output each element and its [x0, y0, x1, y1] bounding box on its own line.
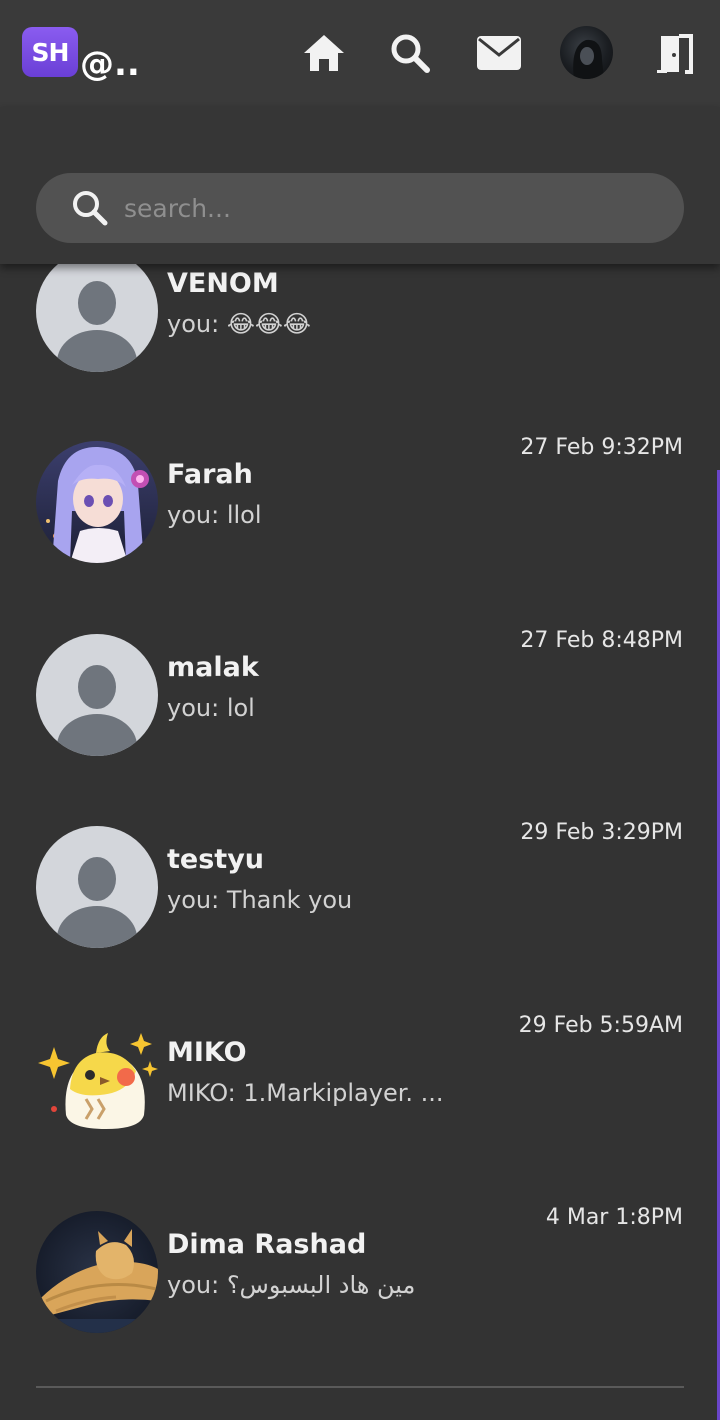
message-timestamp: 29 Feb 3:29PM [520, 820, 683, 845]
conversation-item-dima-rashad[interactable]: Dima Rashad you: مين هاد البسبوس؟ 4 Mar … [0, 1205, 720, 1381]
default-avatar [36, 634, 158, 756]
logo-suffix: @.. [80, 44, 140, 84]
conversation-item-farah[interactable]: Farah you: llol 27 Feb 9:32PM [0, 435, 720, 611]
search-bar[interactable] [36, 173, 684, 243]
last-message-preview: you: Thank you [167, 886, 353, 914]
last-message-preview: you: 😂😂😂 [167, 310, 311, 338]
search-icon [73, 191, 108, 226]
conversation-item-venom[interactable]: VENOM you: 😂😂😂 28 Feb 1:5PM [0, 244, 720, 420]
logout-door-icon[interactable] [650, 28, 700, 78]
contact-name: MIKO [167, 1037, 247, 1068]
last-message-preview: you: lol [167, 694, 255, 722]
last-message-preview: you: مين هاد البسبوس؟ [167, 1271, 416, 1299]
default-avatar [36, 250, 158, 372]
top-nav-bar: SH @.. [0, 0, 720, 107]
contact-name: Dima Rashad [167, 1229, 367, 1260]
contact-name: Farah [167, 459, 253, 490]
message-timestamp: 27 Feb 8:48PM [520, 628, 683, 653]
search-panel [0, 107, 720, 264]
mail-icon[interactable] [474, 28, 524, 78]
contact-name: malak [167, 652, 259, 683]
bird-sticker-avatar [36, 1019, 158, 1141]
conversation-item-malak[interactable]: malak you: lol 27 Feb 8:48PM [0, 628, 720, 804]
contact-name: VENOM [167, 268, 279, 299]
conversation-item-testyu[interactable]: testyu you: Thank you 29 Feb 3:29PM [0, 820, 720, 996]
contact-name: testyu [167, 844, 265, 875]
search-icon[interactable] [385, 28, 435, 78]
list-divider [36, 1386, 684, 1388]
search-input[interactable] [122, 192, 646, 224]
app-logo[interactable]: SH @.. [22, 27, 140, 81]
last-message-preview: MIKO: 1.Markiplayer. ... [167, 1079, 444, 1107]
message-timestamp: 29 Feb 5:59AM [518, 1013, 683, 1038]
anime-girl-avatar [36, 441, 158, 563]
message-timestamp: 4 Mar 1:8PM [545, 1205, 683, 1230]
last-message-preview: you: llol [167, 501, 262, 529]
home-icon[interactable] [299, 28, 349, 78]
default-avatar [36, 826, 158, 948]
cat-photo-avatar [36, 1211, 158, 1333]
conversation-item-miko[interactable]: MIKO MIKO: 1.Markiplayer. ... 29 Feb 5:5… [0, 1013, 720, 1189]
message-timestamp: 27 Feb 9:32PM [520, 435, 683, 460]
logo-badge: SH [22, 27, 78, 77]
profile-avatar[interactable] [560, 26, 613, 79]
